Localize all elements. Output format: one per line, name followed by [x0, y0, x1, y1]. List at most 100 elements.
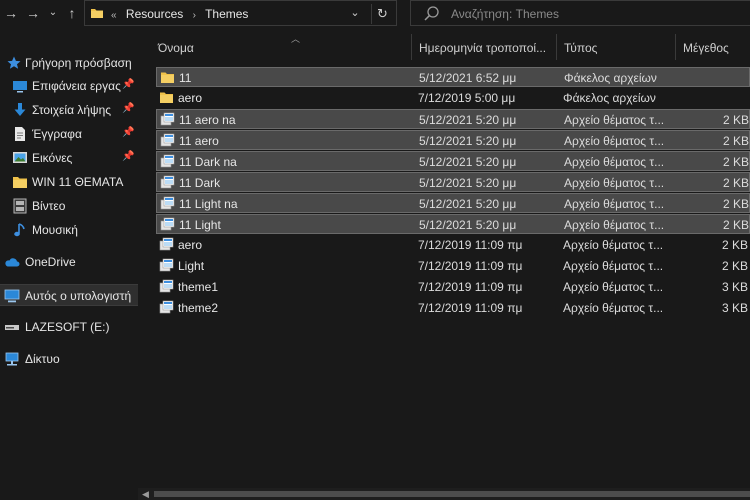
sidebar-item-lazesoft-drive[interactable]: LAZESOFT (E:) [0, 316, 138, 338]
file-type: Αρχείο θέματος τ... [563, 280, 664, 294]
breadcrumb-separator-icon[interactable]: › [193, 10, 196, 21]
sidebar-item-network[interactable]: Δίκτυο [0, 348, 138, 370]
sidebar-item-quick-access[interactable]: Γρήγορη πρόσβαση [0, 52, 138, 74]
star-icon [7, 56, 21, 69]
theme-file-icon [160, 175, 175, 189]
table-row[interactable]: theme2 7/12/2019 11:09 πμ Αρχείο θέματος τ… [156, 298, 750, 318]
search-box[interactable]: Αναζήτηση: Themes [410, 0, 750, 26]
sidebar-item-label: Επιφάνεια εργας [32, 79, 121, 93]
table-row[interactable]: 11 aero 5/12/2021 5:20 μμ Αρχείο θέματος τ… [156, 130, 750, 150]
back-arrow-icon[interactable]: → [2, 4, 20, 22]
breadcrumb: « Resources › Themes [111, 7, 248, 21]
table-row[interactable]: aero 7/12/2019 11:09 πμ Αρχείο θέματος τ..… [156, 235, 750, 255]
theme-file-icon [159, 300, 174, 314]
column-header-name[interactable]: ︿ Όνομα [151, 34, 411, 60]
theme-file-icon [159, 279, 174, 293]
scroll-left-icon[interactable]: ◀ [142, 489, 149, 500]
sidebar-item-this-pc[interactable]: Αυτός ο υπολογιστή [0, 284, 138, 306]
file-type: Φάκελος αρχείων [564, 71, 657, 85]
table-row[interactable]: 11 Dark na 5/12/2021 5:20 μμ Αρχείο θέματο… [156, 151, 750, 171]
search-input[interactable]: Αναζήτηση: Themes [451, 7, 559, 21]
address-bar[interactable]: « Resources › Themes ⌄ ↻ [84, 0, 397, 26]
breadcrumb-item-resources[interactable]: Resources [126, 7, 183, 21]
theme-file-icon [159, 237, 174, 251]
music-icon [14, 223, 25, 237]
computer-icon [4, 289, 20, 303]
sidebar-item-videos[interactable]: Βίντεο [0, 195, 138, 217]
table-row[interactable]: Light 7/12/2019 11:09 πμ Αρχείο θέματος τ.… [156, 256, 750, 276]
file-size: 2 KB [722, 218, 749, 232]
document-icon [15, 127, 25, 141]
table-row[interactable]: 11 aero na 5/12/2021 5:20 μμ Αρχείο θέματο… [156, 109, 750, 129]
file-date: 5/12/2021 5:20 μμ [419, 218, 517, 232]
sidebar-item-documents[interactable]: Έγγραφα 📌 [0, 123, 138, 145]
table-row[interactable]: 11 Dark 5/12/2021 5:20 μμ Αρχείο θέματος τ… [156, 172, 750, 192]
sidebar-item-music[interactable]: Μουσική [0, 219, 138, 241]
cloud-icon [5, 258, 20, 267]
sidebar-item-label: Μουσική [32, 223, 78, 237]
pin-icon: 📌 [122, 151, 135, 162]
desktop-icon [13, 81, 27, 93]
horizontal-scrollbar[interactable]: ◀ [138, 488, 750, 500]
column-header-date[interactable]: Ημερομηνία τροποποί... [412, 34, 556, 60]
folder-icon [13, 177, 27, 188]
refresh-icon[interactable]: ↻ [371, 4, 393, 24]
address-toolbar: → → ⌄ ↑ « Resources › Themes ⌄ ↻ Αναζήτη… [0, 0, 750, 28]
table-row[interactable]: theme1 7/12/2019 11:09 πμ Αρχείο θέματος τ… [156, 277, 750, 297]
up-arrow-icon[interactable]: ↑ [63, 4, 81, 22]
recent-locations-chevron-icon[interactable]: ⌄ [44, 4, 62, 22]
sidebar-item-desktop[interactable]: Επιφάνεια εργας 📌 [0, 75, 138, 97]
theme-file-icon [160, 154, 175, 168]
video-icon [13, 198, 27, 214]
table-row[interactable]: aero 7/12/2019 5:00 μμ Φάκελος αρχείων [156, 88, 750, 108]
column-header-type[interactable]: Τύπος [557, 34, 675, 60]
table-row[interactable]: 11 Light 5/12/2021 5:20 μμ Αρχείο θέματος … [156, 214, 750, 234]
sidebar-item-label: Αυτός ο υπολογιστή [25, 289, 132, 303]
file-size: 2 KB [722, 113, 749, 127]
sidebar-item-onedrive[interactable]: OneDrive [0, 251, 138, 273]
file-date: 5/12/2021 5:20 μμ [419, 176, 517, 190]
file-date: 5/12/2021 5:20 μμ [419, 134, 517, 148]
forward-arrow-icon[interactable]: → [24, 4, 42, 22]
sidebar-item-downloads[interactable]: Στοιχεία λήψης 📌 [0, 99, 138, 121]
breadcrumb-item-themes[interactable]: Themes [205, 7, 248, 21]
sidebar-item-win11-themes[interactable]: WIN 11 ΘΕΜΑΤΑ [0, 171, 138, 193]
table-row[interactable]: 11 5/12/2021 6:52 μμ Φάκελος αρχείων [156, 67, 750, 87]
file-name: 11 Dark na [179, 155, 237, 169]
file-name: aero [178, 91, 203, 105]
file-name: 11 Light [179, 218, 221, 232]
file-type: Αρχείο θέματος τ... [564, 176, 665, 190]
file-date: 5/12/2021 6:52 μμ [419, 71, 517, 85]
file-type: Αρχείο θέματος τ... [564, 218, 665, 232]
file-date: 5/12/2021 5:20 μμ [419, 197, 517, 211]
breadcrumb-overflow-icon[interactable]: « [111, 10, 117, 21]
navigation-pane: Γρήγορη πρόσβαση Επιφάνεια εργας 📌 Στοιχ… [0, 34, 138, 500]
sidebar-item-label: Εικόνες [32, 151, 73, 165]
chevron-down-icon[interactable]: ⌄ [347, 5, 363, 21]
sidebar-item-label: Έγγραφα [32, 127, 82, 141]
file-name: 11 aero na [179, 113, 236, 127]
file-date: 7/12/2019 11:09 πμ [418, 301, 523, 315]
file-name: 11 Dark [179, 176, 221, 190]
file-size: 2 KB [722, 197, 749, 211]
file-size: 3 KB [721, 280, 748, 294]
file-date: 7/12/2019 11:09 πμ [418, 259, 523, 273]
pin-icon: 📌 [122, 127, 135, 138]
sidebar-item-label: Στοιχεία λήψης [32, 103, 112, 117]
download-icon [14, 103, 26, 116]
file-name: theme2 [178, 301, 219, 315]
table-row[interactable]: 11 Light na 5/12/2021 5:20 μμ Αρχείο θέματ… [156, 193, 750, 213]
scrollbar-thumb[interactable] [154, 491, 750, 497]
file-date: 7/12/2019 5:00 μμ [418, 91, 516, 105]
pin-icon: 📌 [122, 103, 135, 114]
file-date: 7/12/2019 11:09 πμ [418, 280, 523, 294]
file-date: 5/12/2021 5:20 μμ [419, 113, 517, 127]
column-header-size[interactable]: Μέγεθος [676, 34, 750, 60]
theme-file-icon [160, 217, 175, 231]
file-size: 2 KB [722, 134, 749, 148]
file-name: 11 aero [179, 134, 219, 148]
network-icon [5, 352, 19, 366]
sidebar-item-pictures[interactable]: Εικόνες 📌 [0, 147, 138, 169]
sort-ascending-icon: ︿ [291, 34, 301, 44]
file-size: 2 KB [722, 176, 749, 190]
